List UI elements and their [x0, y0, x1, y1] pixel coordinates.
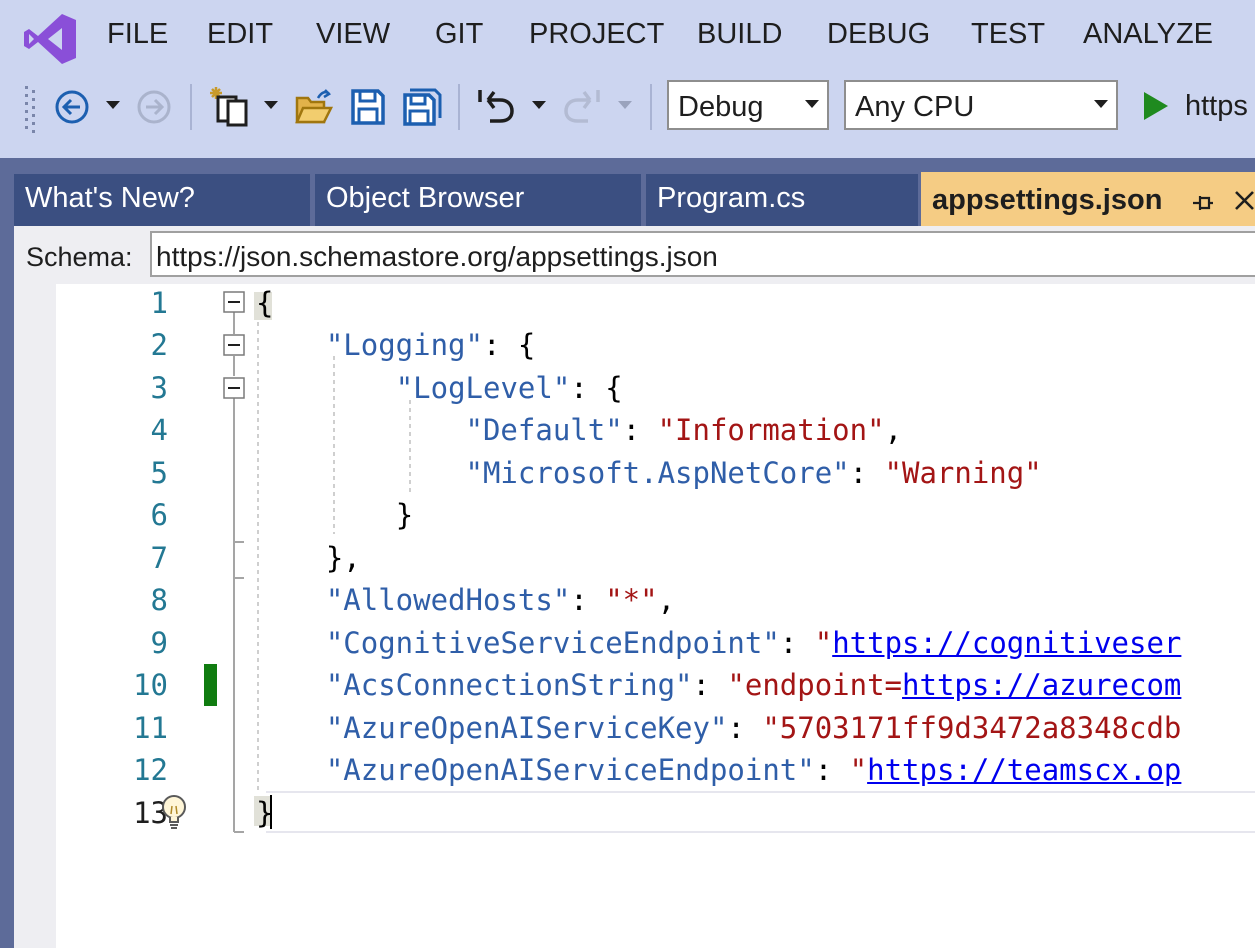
menu-view[interactable]: VIEW — [316, 18, 390, 51]
editor-margin — [14, 284, 56, 948]
save-all-icon[interactable] — [402, 88, 442, 126]
code-line: "AzureOpenAIServiceEndpoint": "https://t… — [325, 753, 1182, 787]
code-line: }, — [325, 541, 361, 575]
undo-icon[interactable] — [476, 86, 516, 124]
chevron-down-icon — [805, 100, 819, 108]
solution-platform-dropdown[interactable]: Any CPU — [844, 80, 1118, 130]
menu-debug[interactable]: DEBUG — [827, 18, 930, 51]
code-line: "Microsoft.AspNetCore": "Warning" — [465, 456, 1042, 490]
tab-label: appsettings.json — [932, 184, 1163, 216]
tab-label: What's New? — [25, 182, 195, 214]
line-number: 5 — [150, 456, 168, 490]
redo-icon[interactable] — [562, 86, 602, 124]
code-line: "Logging": { — [325, 328, 536, 362]
configuration-value: Debug — [678, 91, 764, 123]
start-debugging-icon[interactable] — [1142, 90, 1170, 122]
menu-analyze[interactable]: ANALYZE — [1083, 18, 1213, 51]
tab-label: Object Browser — [326, 182, 525, 214]
url-link[interactable]: https://cognitiveser — [832, 626, 1181, 660]
chevron-down-icon[interactable] — [616, 99, 634, 111]
line-number: 1 — [150, 286, 168, 320]
menu-build[interactable]: BUILD — [697, 18, 782, 51]
tab-appsettings-json[interactable]: appsettings.json — [921, 172, 1255, 230]
line-number: 11 — [133, 711, 168, 745]
line-number: 6 — [150, 498, 168, 532]
line-number: 7 — [150, 541, 168, 575]
line-number: 4 — [150, 413, 168, 447]
toolbar-grip-icon[interactable] — [22, 84, 40, 140]
open-folder-icon[interactable] — [294, 88, 334, 126]
code-line: "CognitiveServiceEndpoint": "https://cog… — [325, 626, 1182, 660]
tab-object-browser[interactable]: Object Browser — [315, 174, 641, 226]
tab-whats-new[interactable]: What's New? — [14, 174, 310, 226]
code-line: } — [395, 498, 414, 532]
code-line: "AcsConnectionString": "endpoint=https:/… — [325, 668, 1182, 702]
line-number: 9 — [150, 626, 168, 660]
lightbulb-icon[interactable] — [160, 794, 188, 830]
url-link[interactable]: https://azurecom — [902, 668, 1181, 702]
visual-studio-logo[interactable] — [22, 12, 78, 66]
line-number: 8 — [150, 583, 168, 617]
schema-input[interactable]: https://json.schemastore.org/appsettings… — [150, 231, 1255, 277]
toolbar-separator — [650, 84, 652, 130]
code-line: "LogLevel": { — [395, 371, 623, 405]
line-number: 2 — [150, 328, 168, 362]
menu-test[interactable]: TEST — [971, 18, 1045, 51]
pin-icon[interactable] — [1191, 192, 1215, 214]
standard-toolbar: Debug Any CPU https — [0, 72, 1255, 158]
schema-label: Schema: — [26, 242, 133, 272]
tab-program-cs[interactable]: Program.cs — [646, 174, 918, 226]
code-line: "AllowedHosts": "*", — [325, 583, 676, 617]
menu-bar: FILE EDIT VIEW GIT PROJECT BUILD DEBUG T… — [0, 0, 1255, 72]
navigate-forward-icon[interactable] — [136, 89, 172, 125]
url-link[interactable]: https://teamscx.op — [867, 753, 1181, 787]
line-number: 12 — [133, 753, 168, 787]
document-tab-strip: What's New? Object Browser Program.cs ap… — [0, 158, 1255, 230]
change-tracking-marker — [204, 664, 217, 706]
chevron-down-icon[interactable] — [530, 99, 548, 111]
menu-git[interactable]: GIT — [435, 18, 483, 51]
line-number: 3 — [150, 371, 168, 405]
code-line: "Default": "Information", — [465, 413, 903, 447]
toolbar-separator — [458, 84, 460, 130]
json-schema-bar: Schema: https://json.schemastore.org/app… — [14, 226, 1255, 284]
menu-edit[interactable]: EDIT — [207, 18, 273, 51]
new-project-icon[interactable] — [208, 85, 254, 129]
save-icon[interactable] — [350, 88, 386, 126]
chevron-down-icon[interactable] — [104, 99, 122, 111]
platform-value: Any CPU — [855, 91, 975, 123]
solution-configuration-dropdown[interactable]: Debug — [667, 80, 829, 130]
menu-file[interactable]: FILE — [107, 18, 168, 51]
tab-label: Program.cs — [657, 182, 806, 214]
navigate-back-icon[interactable] — [54, 89, 90, 125]
code-line: "AzureOpenAIServiceKey": "5703171ff9d347… — [325, 711, 1182, 745]
chevron-down-icon[interactable] — [262, 99, 280, 111]
run-target-label[interactable]: https — [1185, 90, 1248, 123]
toolbar-separator — [190, 84, 192, 130]
code-editor[interactable]: 1 2 3 4 5 6 7 8 9 10 11 12 13 {"Logging… — [14, 284, 1255, 948]
close-icon[interactable] — [1233, 189, 1255, 213]
text-caret — [270, 795, 272, 829]
menu-project[interactable]: PROJECT — [529, 18, 664, 51]
line-number: 10 — [133, 668, 168, 702]
line-number-current: 13 — [133, 796, 168, 830]
chevron-down-icon — [1094, 100, 1108, 108]
code-line: { — [256, 286, 274, 320]
